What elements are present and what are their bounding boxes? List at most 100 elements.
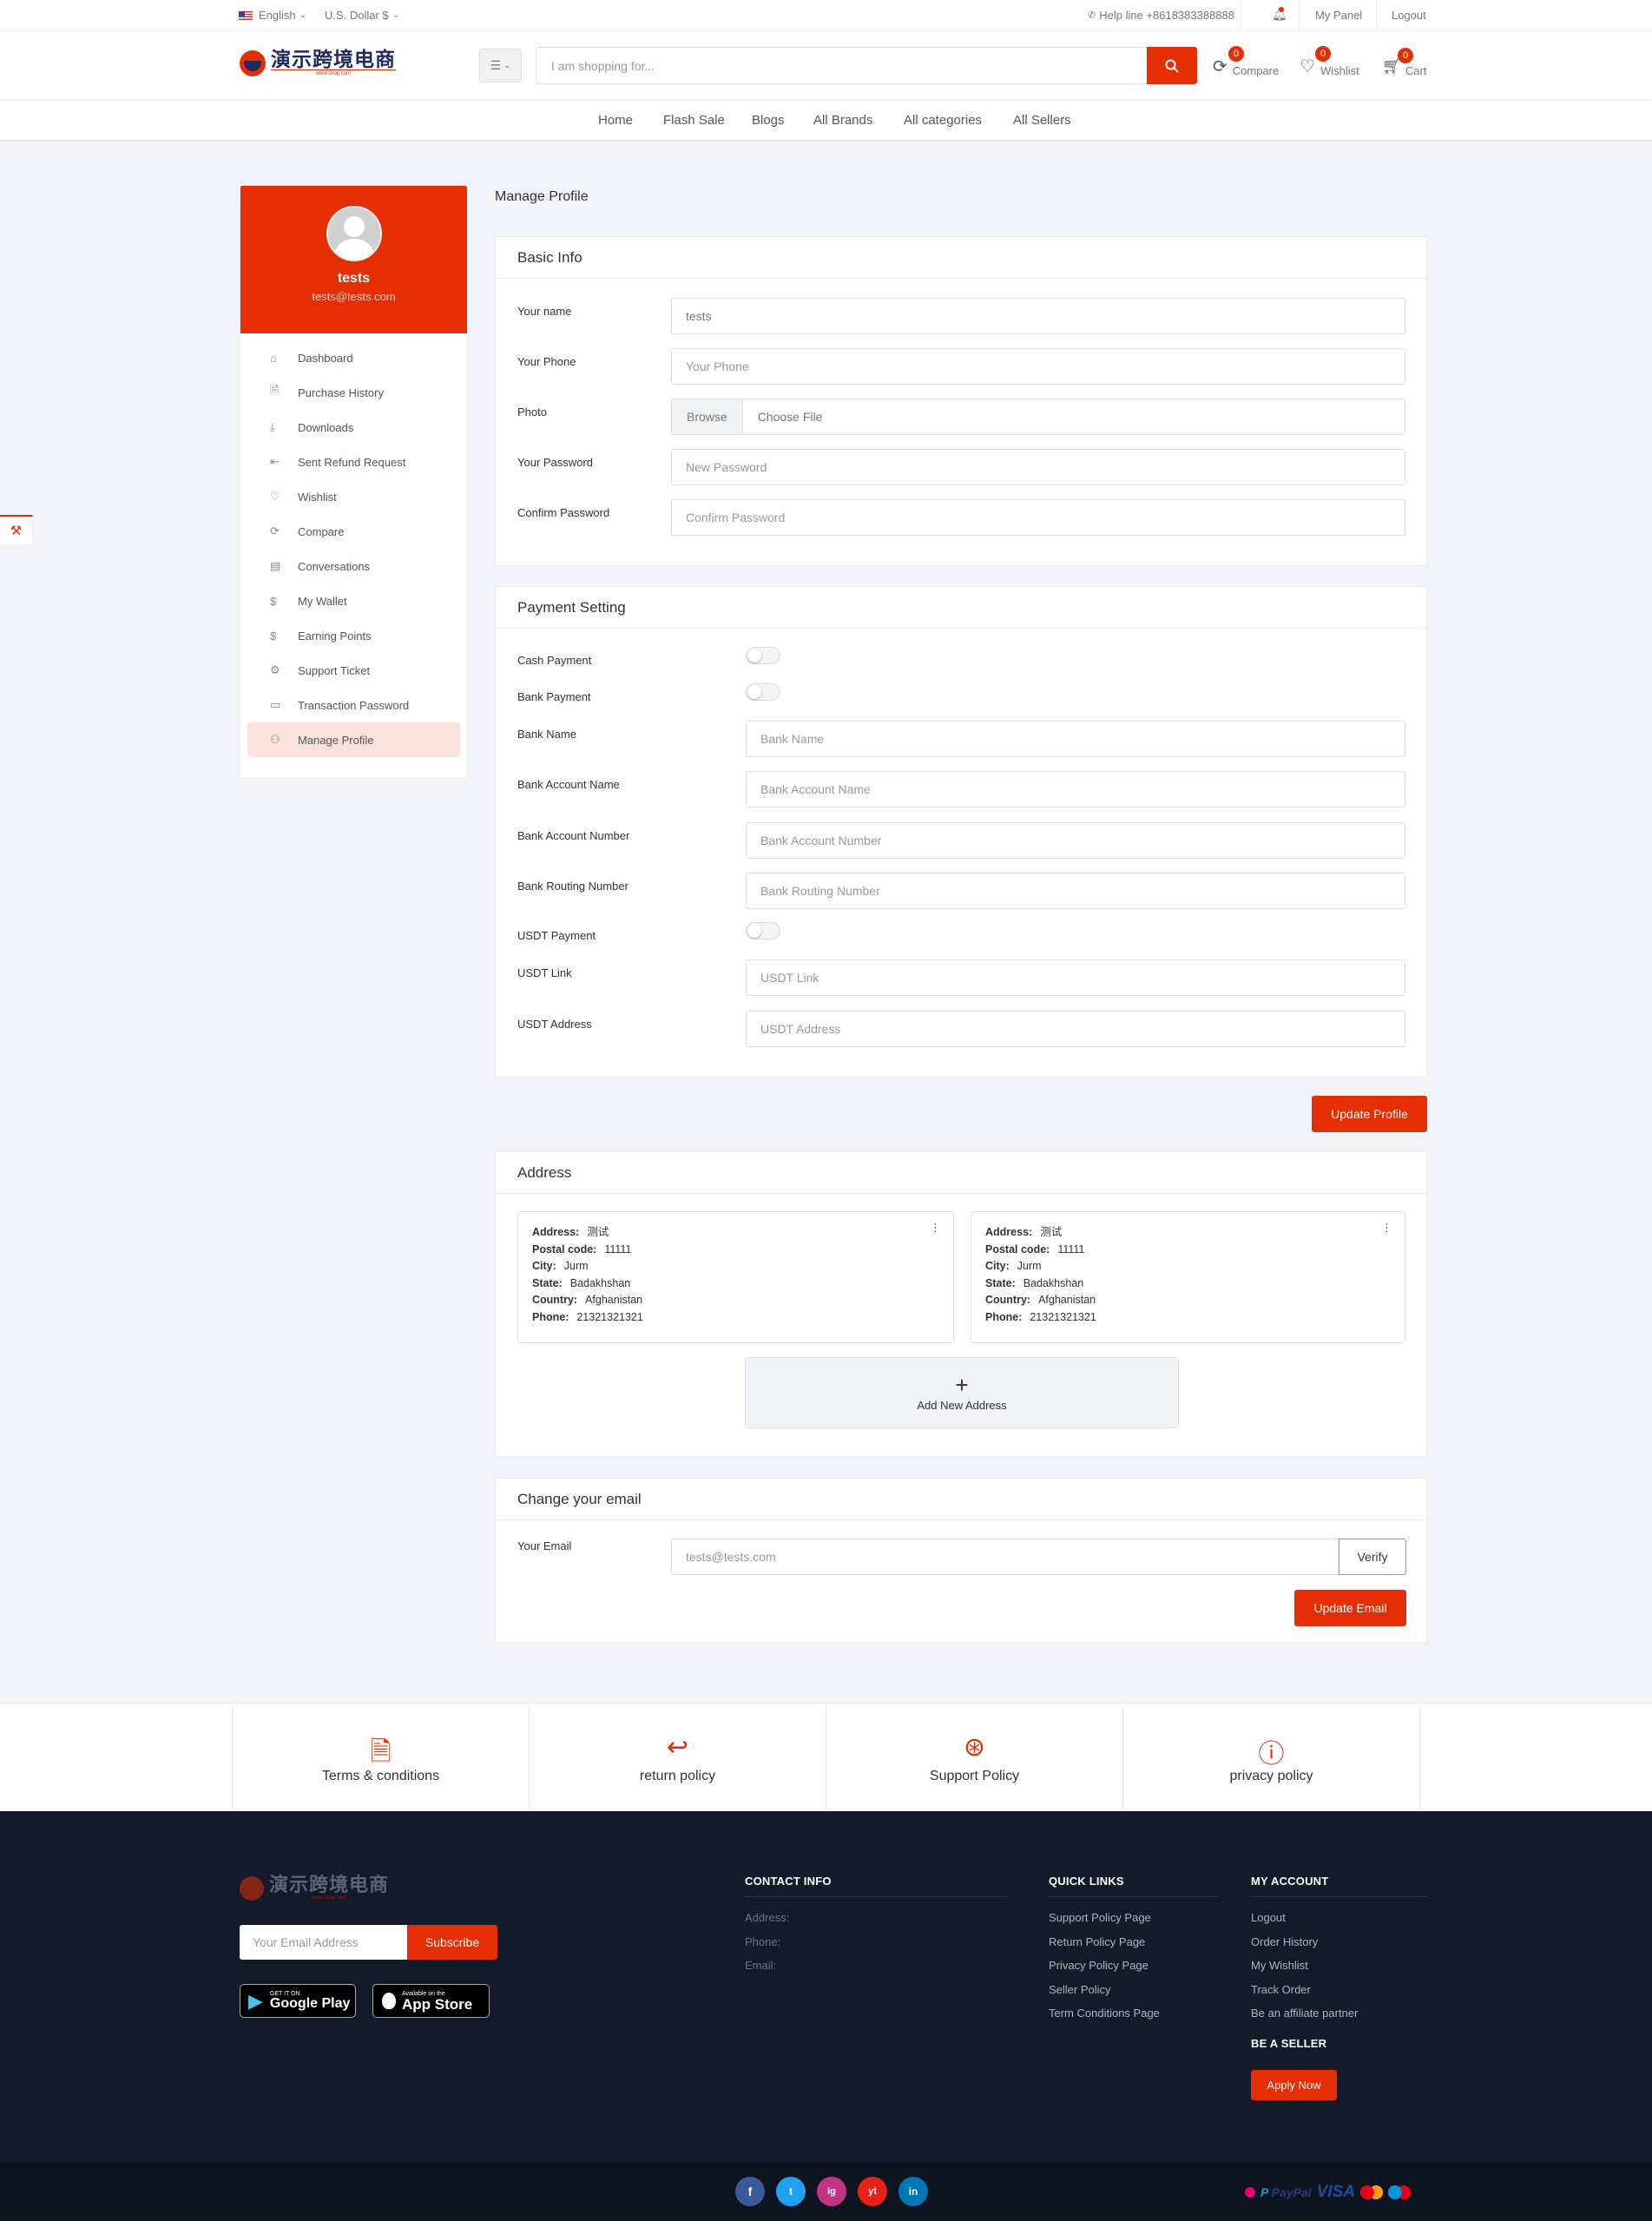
verify-button[interactable]: Verify: [1339, 1539, 1406, 1575]
quick-link-seller-policy[interactable]: Seller Policy: [1049, 1978, 1219, 2002]
add-new-address-button[interactable]: + Add New Address: [745, 1357, 1179, 1428]
quick-link-return-policy-page[interactable]: Return Policy Page: [1049, 1930, 1219, 1954]
language-selector[interactable]: English ⌄: [239, 9, 306, 22]
sidebar-item-sent-refund-request[interactable]: ⇤ Sent Refund Request: [247, 445, 460, 479]
email-input[interactable]: tests@tests.com: [671, 1539, 1339, 1575]
sidebar-item-earning-points[interactable]: $ Earning Points: [247, 618, 460, 653]
wishlist-link[interactable]: ♡ 0 Wishlist: [1300, 46, 1359, 77]
phone-input[interactable]: Your Phone: [671, 348, 1405, 385]
sidebar-item-transaction-password[interactable]: ▭ Transaction Password: [247, 688, 460, 722]
nav-all-brands[interactable]: All Brands: [813, 113, 872, 128]
address-postal-line: Postal code: 11111: [532, 1242, 939, 1259]
cart-link[interactable]: 🛒︎ 0 Cart: [1382, 48, 1426, 77]
sidebar-item-label: Manage Profile: [298, 733, 374, 747]
account-link-logout[interactable]: Logout: [1251, 1906, 1427, 1930]
sidebar-item-wishlist[interactable]: ♡ Wishlist: [247, 479, 460, 514]
bank-name-input[interactable]: Bank Name: [746, 721, 1405, 757]
quick-link-term-conditions-page[interactable]: Term Conditions Page: [1049, 2001, 1219, 2026]
debug-bar-icon[interactable]: ⚒: [0, 515, 33, 545]
more-vertical-icon[interactable]: ⋮: [930, 1219, 941, 1236]
nav-all-categories[interactable]: All categories: [904, 113, 982, 128]
my-panel-link[interactable]: My Panel: [1315, 9, 1362, 22]
bank-routing-number-input[interactable]: Bank Routing Number: [746, 873, 1405, 909]
privacy-policy-link[interactable]: ⓘ privacy policy: [1123, 1705, 1420, 1810]
nav-all-sellers[interactable]: All Sellers: [1013, 113, 1071, 128]
usdt-link-input[interactable]: USDT Link: [746, 959, 1405, 996]
sidebar-item-support-ticket[interactable]: ⚙ Support Ticket: [247, 653, 460, 688]
us-flag-icon: [239, 10, 253, 20]
footer-logo[interactable]: 演示跨境电商 www.shop.com: [240, 1875, 389, 1901]
name-label: Your name: [517, 305, 572, 318]
photo-file-input[interactable]: Browse Choose File: [671, 399, 1405, 435]
app-store-badge[interactable]: Available on the App Store: [372, 1984, 490, 2018]
message-icon: ▤: [270, 559, 281, 572]
nav-blogs[interactable]: Blogs: [752, 113, 785, 128]
update-profile-button[interactable]: Update Profile: [1312, 1096, 1427, 1132]
account-link-my-wishlist[interactable]: My Wishlist: [1251, 1954, 1427, 1978]
more-vertical-icon[interactable]: ⋮: [1381, 1219, 1392, 1236]
logout-link[interactable]: Logout: [1392, 9, 1426, 22]
sidebar-item-dashboard[interactable]: ⌂ Dashboard: [247, 340, 460, 375]
terms-conditions-link[interactable]: 🗎 Terms & conditions: [233, 1705, 530, 1810]
return-policy-link[interactable]: ↩ return policy: [530, 1705, 826, 1810]
usdt-payment-toggle[interactable]: [746, 922, 780, 939]
address-state-line: State: Badakhshan: [985, 1275, 1391, 1293]
newsletter-email-input[interactable]: Your Email Address: [240, 1925, 407, 1960]
sidebar-item-label: My Wallet: [298, 594, 347, 608]
twitter-icon[interactable]: t: [776, 2177, 806, 2206]
youtube-icon[interactable]: yt: [858, 2177, 887, 2206]
footer-logo-text: 演示跨境电商: [269, 1874, 390, 1895]
account-link-be-an-affiliate-partner[interactable]: Be an affiliate partner: [1251, 2001, 1427, 2026]
sidebar-item-label: Earning Points: [298, 629, 372, 643]
facebook-icon[interactable]: f: [735, 2177, 765, 2206]
subscribe-button[interactable]: Subscribe: [407, 1925, 497, 1960]
nav-flash-sale[interactable]: Flash Sale: [663, 113, 725, 128]
notification-bell-icon[interactable]: 🔔︎: [1272, 7, 1287, 22]
google-play-badge[interactable]: ▶ GET IT ON Google Play: [240, 1984, 356, 2018]
quick-link-privacy-policy-page[interactable]: Privacy Policy Page: [1049, 1954, 1219, 1978]
usdt-address-input[interactable]: USDT Address: [746, 1011, 1405, 1047]
currency-selector[interactable]: U.S. Dollar $ ⌄: [325, 9, 399, 22]
quick-link-support-policy-page[interactable]: Support Policy Page: [1049, 1906, 1219, 1930]
instagram-icon[interactable]: ig: [817, 2177, 846, 2206]
return-label: return policy: [639, 1768, 716, 1783]
compare-link[interactable]: ⟳ 0 Compare: [1213, 46, 1279, 77]
dollar-icon: $: [270, 594, 277, 608]
my-account-title: MY ACCOUNT: [1251, 1875, 1329, 1888]
main-nav: Home Flash Sale Blogs All Brands All cat…: [0, 101, 1652, 141]
password-input[interactable]: New Password: [671, 449, 1405, 485]
account-link-order-history[interactable]: Order History: [1251, 1930, 1427, 1954]
cash-payment-toggle[interactable]: [746, 647, 780, 664]
search-input[interactable]: I am shopping for...: [536, 47, 1147, 84]
bank-account-name-input[interactable]: Bank Account Name: [746, 771, 1405, 807]
category-menu-button[interactable]: ☰ ⌄: [479, 49, 522, 82]
sidebar-item-purchase-history[interactable]: 🗎 Purchase History: [247, 375, 460, 410]
sidebar-item-label: Downloads: [298, 420, 354, 434]
confirm-password-input[interactable]: Confirm Password: [671, 499, 1405, 536]
browse-button[interactable]: Browse: [672, 399, 743, 434]
account-link-track-order[interactable]: Track Order: [1251, 1978, 1427, 2002]
bank-payment-toggle[interactable]: [746, 683, 780, 701]
support-policy-link[interactable]: ⊛ Support Policy: [826, 1705, 1123, 1810]
sidebar-item-my-wallet[interactable]: $ My Wallet: [247, 583, 460, 618]
site-logo[interactable]: 演示跨境电商 www.shop.com: [240, 49, 396, 78]
apply-now-button[interactable]: Apply Now: [1251, 2069, 1337, 2100]
search-button[interactable]: [1147, 47, 1197, 84]
nav-home[interactable]: Home: [598, 113, 633, 128]
address-postal-value: 11111: [604, 1242, 632, 1255]
sidebar-item-downloads[interactable]: ⤓ Downloads: [247, 410, 460, 445]
sidebar-item-label: Compare: [298, 524, 345, 538]
wallet-icon: ▭: [270, 698, 281, 711]
update-email-button[interactable]: Update Email: [1294, 1590, 1406, 1626]
name-input[interactable]: tests: [671, 298, 1405, 334]
profile-name: tests: [337, 271, 371, 286]
address-phone-label: Phone:: [985, 1310, 1023, 1323]
linkedin-icon[interactable]: in: [898, 2177, 928, 2206]
sidebar-item-compare[interactable]: ⟳ Compare: [247, 514, 460, 549]
bank-account-number-input[interactable]: Bank Account Number: [746, 822, 1405, 859]
contact-link-phone: Phone:: [745, 1934, 781, 1948]
sidebar-item-conversations[interactable]: ▤ Conversations: [247, 549, 460, 583]
divider: [1299, 0, 1300, 30]
address-country-line: Country: Afghanistan: [532, 1292, 939, 1309]
sidebar-item-manage-profile[interactable]: ⚇ Manage Profile: [247, 722, 460, 757]
